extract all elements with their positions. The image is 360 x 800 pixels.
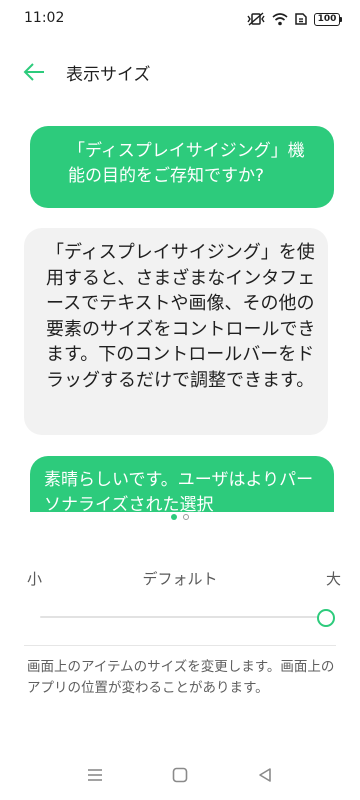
status-bar: 11:02 100 <box>0 0 360 36</box>
size-max-label: 大 <box>325 570 341 588</box>
menu-icon <box>88 769 102 781</box>
preview-pager[interactable]: 「ディスプレイサイジング」機能の目的をご存知ですか? 「ディスプレイサイジング」… <box>0 118 360 512</box>
back-button[interactable] <box>16 54 52 90</box>
preview-question-bubble: 「ディスプレイサイジング」機能の目的をご存知ですか? <box>30 126 334 208</box>
home-button[interactable] <box>165 764 195 786</box>
description-text: 画面上のアイテムのサイズを変更します。画面上のアプリの位置が変わることがあります… <box>27 659 335 696</box>
page-indicator <box>0 512 360 522</box>
header: 表示サイズ <box>0 46 360 96</box>
mute-vibrate-icon <box>246 11 266 27</box>
battery-level: 100 <box>314 12 340 26</box>
page-dot <box>171 514 177 520</box>
battery-icon: 100 <box>314 12 342 26</box>
recent-apps-button[interactable] <box>80 764 110 786</box>
status-icons: 100 <box>246 10 342 28</box>
preview-answer-bubble: 「ディスプレイサイジング」を使用すると、さまざまなインタフェースでテキストや画像… <box>24 228 328 435</box>
page-title: 表示サイズ <box>66 65 151 85</box>
page-dot <box>183 514 189 520</box>
back-triangle-icon <box>259 768 271 782</box>
display-size-slider[interactable] <box>40 608 335 627</box>
slider-track[interactable] <box>40 616 326 618</box>
size-labels: 小 デフォルト 大 <box>0 568 360 592</box>
wifi-icon <box>272 12 288 26</box>
home-icon <box>172 767 188 783</box>
slider-thumb[interactable] <box>316 609 335 627</box>
arrow-left-icon <box>23 63 44 81</box>
size-default-label: デフォルト <box>142 570 218 588</box>
nav-back-button[interactable] <box>250 764 280 786</box>
status-time: 11:02 <box>24 10 65 26</box>
navigation-bar <box>0 756 360 796</box>
divider <box>24 645 336 646</box>
preview-question-bubble-2: 素晴らしいです。ユーザはよりパーソナライズされた選択 <box>30 456 334 512</box>
sim-card-icon <box>294 12 308 26</box>
